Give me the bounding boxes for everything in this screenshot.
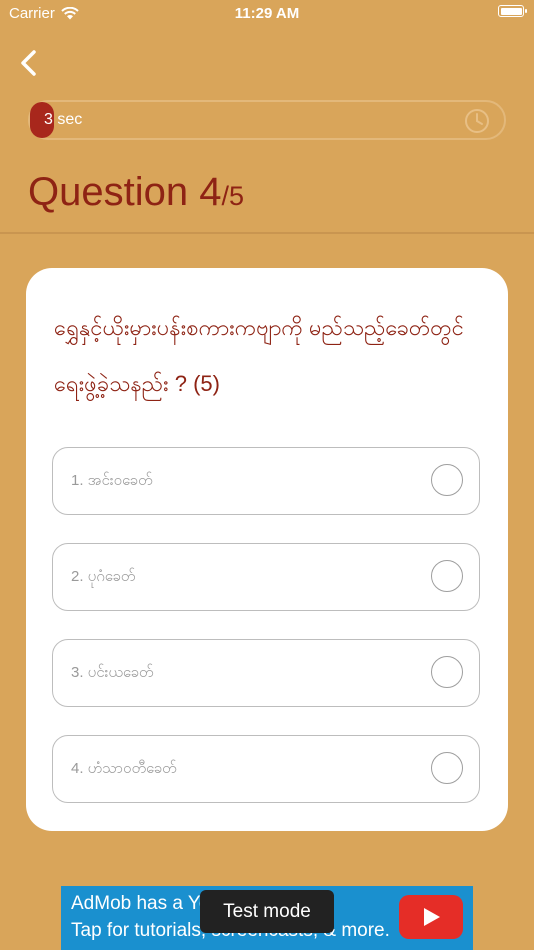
option-label: 1. အင်းဝခေတ် bbox=[71, 472, 153, 489]
divider bbox=[0, 232, 534, 234]
option-3[interactable]: 3. ပင်းယခေတ် bbox=[52, 639, 480, 707]
back-chevron-icon bbox=[21, 50, 36, 76]
status-right bbox=[498, 5, 527, 17]
radio-icon[interactable] bbox=[431, 560, 463, 592]
timer-label: 3 sec bbox=[44, 111, 83, 128]
question-card: ရွှေနှင့်ယိုးမှားပန်းစကားကဗျာကို မည်သည့်… bbox=[26, 268, 508, 831]
question-text: ရွှေနှင့်ယိုးမှားပန်းစကားကဗျာကို မည်သည့်… bbox=[54, 315, 464, 396]
page-title: Question 4/5 bbox=[28, 170, 244, 215]
back-button[interactable] bbox=[16, 46, 46, 80]
radio-icon[interactable] bbox=[431, 656, 463, 688]
option-label: 2. ပုဂံခေတ် bbox=[71, 568, 136, 585]
option-4[interactable]: 4. ဟံသာဝတီခေတ် bbox=[52, 735, 480, 803]
battery-icon bbox=[498, 5, 527, 17]
ad-line-1: AdMob has a Yo bbox=[71, 893, 210, 914]
timer-bar: 3 sec bbox=[28, 100, 506, 140]
option-label: 4. ဟံသာဝတီခေတ် bbox=[71, 760, 177, 777]
question-number: Question 4 bbox=[28, 170, 222, 214]
option-2[interactable]: 2. ပုဂံခေတ် bbox=[52, 543, 480, 611]
radio-icon[interactable] bbox=[431, 752, 463, 784]
option-1[interactable]: 1. အင်းဝခေတ် bbox=[52, 447, 480, 515]
test-mode-toast: Test mode bbox=[200, 890, 334, 933]
clock-icon bbox=[465, 109, 489, 133]
question-total: /5 bbox=[221, 181, 244, 211]
radio-icon[interactable] bbox=[431, 464, 463, 496]
option-label: 3. ပင်းယခေတ် bbox=[71, 664, 154, 681]
status-time: 11:29 AM bbox=[234, 5, 300, 22]
play-icon[interactable] bbox=[399, 895, 463, 939]
status-bar: Carrier 11:29 AM bbox=[0, 0, 534, 28]
